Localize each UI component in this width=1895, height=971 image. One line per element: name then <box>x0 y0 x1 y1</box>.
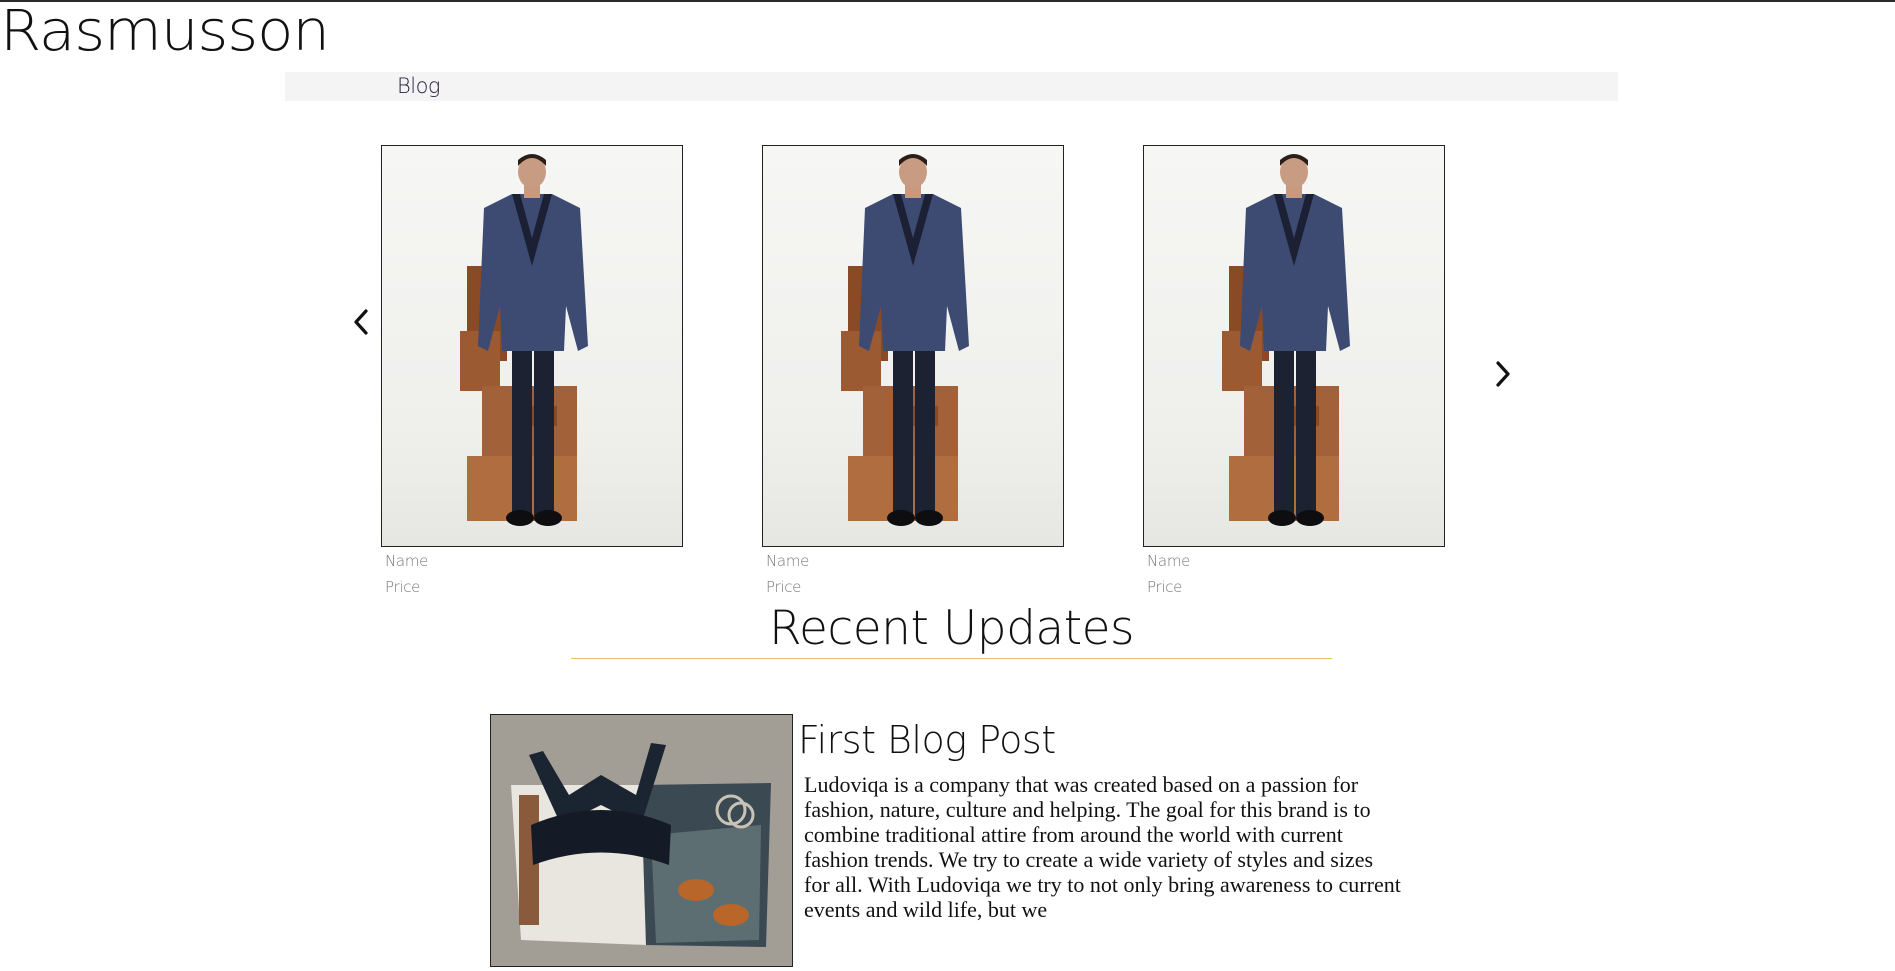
nav-bar: Blog <box>285 72 1618 101</box>
chevron-left-icon <box>354 309 368 335</box>
carousel-prev-button[interactable] <box>351 307 371 337</box>
product-image[interactable] <box>762 145 1064 547</box>
blog-post-image[interactable] <box>490 714 793 967</box>
site-logo[interactable]: Rasmusson <box>0 0 330 64</box>
product-price: Price <box>385 578 421 596</box>
carousel-next-button[interactable] <box>1493 359 1513 389</box>
blog-post-excerpt: Ludoviqa is a company that was created b… <box>804 772 1401 922</box>
product-image[interactable] <box>1143 145 1445 547</box>
product-name: Name <box>766 552 810 570</box>
product-card[interactable]: Name Price <box>762 145 1064 603</box>
nav-link-blog[interactable]: Blog <box>397 74 441 99</box>
section-divider <box>571 658 1332 659</box>
product-price: Price <box>766 578 802 596</box>
product-card[interactable]: Name Price <box>1143 145 1445 603</box>
product-card[interactable]: Name Price <box>381 145 683 603</box>
section-title: Recent Updates <box>768 601 1135 656</box>
chevron-right-icon <box>1496 361 1510 387</box>
blog-post-title[interactable]: First Blog Post <box>798 716 1056 764</box>
product-name: Name <box>385 552 429 570</box>
product-image[interactable] <box>381 145 683 547</box>
product-name: Name <box>1147 552 1191 570</box>
product-price: Price <box>1147 578 1183 596</box>
